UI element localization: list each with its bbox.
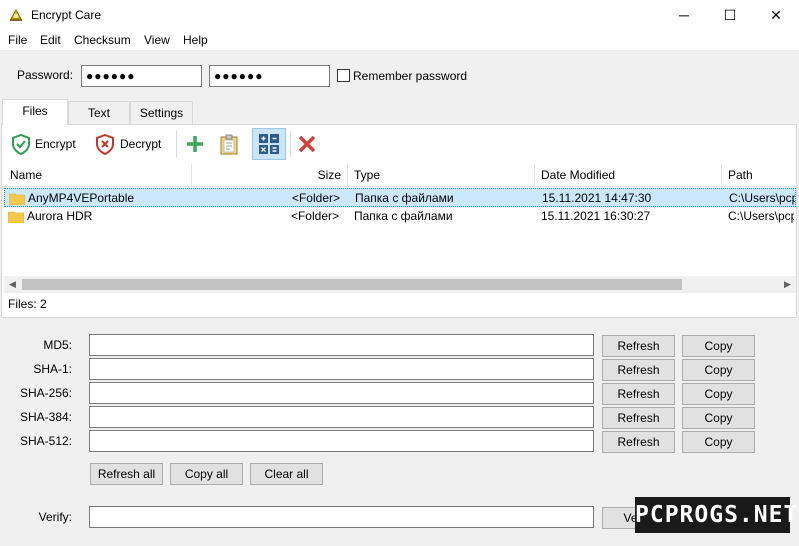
column-type[interactable]: Type bbox=[348, 164, 535, 186]
minimize-icon: ─ bbox=[679, 7, 689, 23]
row-date: 15.11.2021 14:47:30 bbox=[542, 191, 652, 205]
decrypt-button[interactable]: Decrypt bbox=[94, 129, 161, 159]
remember-password-checkbox[interactable] bbox=[337, 69, 350, 82]
clear-all-button[interactable]: Clear all bbox=[250, 463, 323, 485]
toolbar-separator bbox=[290, 131, 291, 157]
password-input[interactable]: ●●●●●● bbox=[81, 65, 202, 87]
menu-file[interactable]: File bbox=[8, 33, 27, 47]
sha256-refresh-button[interactable]: Refresh bbox=[602, 383, 675, 405]
column-name[interactable]: Name bbox=[4, 164, 192, 186]
menu-help[interactable]: Help bbox=[183, 33, 208, 47]
sha384-label: SHA-384: bbox=[19, 410, 72, 424]
menu-checksum[interactable]: Checksum bbox=[74, 33, 131, 47]
md5-copy-button[interactable]: Copy bbox=[682, 335, 755, 357]
calculator-icon bbox=[259, 134, 279, 154]
column-date-modified[interactable]: Date Modified bbox=[535, 164, 722, 186]
sha1-label: SHA-1: bbox=[33, 362, 72, 376]
remember-password-label[interactable]: Remember password bbox=[353, 69, 467, 83]
maximize-icon: ☐ bbox=[723, 7, 737, 23]
sha384-field[interactable] bbox=[89, 406, 594, 428]
copy-all-button[interactable]: Copy all bbox=[170, 463, 243, 485]
toolbar: Encrypt Decrypt bbox=[2, 125, 796, 163]
files-count: Files: 2 bbox=[8, 297, 47, 311]
encrypt-label: Encrypt bbox=[35, 137, 76, 151]
sha1-refresh-button[interactable]: Refresh bbox=[602, 359, 675, 381]
sha512-copy-button[interactable]: Copy bbox=[682, 431, 755, 453]
status-bar: Files: 2 bbox=[2, 294, 796, 316]
menu-view[interactable]: View bbox=[144, 33, 170, 47]
checksum-button[interactable] bbox=[252, 128, 286, 160]
scrollbar-thumb[interactable] bbox=[22, 279, 682, 290]
column-size[interactable]: Size bbox=[192, 164, 348, 186]
sha512-field[interactable] bbox=[89, 430, 594, 452]
row-date: 15.11.2021 16:30:27 bbox=[541, 209, 651, 223]
password-confirm-input[interactable]: ●●●●●● bbox=[209, 65, 330, 87]
close-icon: ✕ bbox=[770, 7, 782, 23]
maximize-button[interactable]: ☐ bbox=[707, 0, 753, 30]
plus-icon bbox=[187, 136, 203, 152]
sha1-copy-button[interactable]: Copy bbox=[682, 359, 755, 381]
refresh-all-button[interactable]: Refresh all bbox=[90, 463, 163, 485]
file-list-header: Name Size Type Date Modified Path bbox=[2, 164, 796, 187]
verify-label: Verify: bbox=[38, 510, 72, 524]
shield-check-icon bbox=[12, 133, 30, 155]
row-size: <Folder> bbox=[290, 209, 339, 223]
row-size: <Folder> bbox=[291, 191, 340, 205]
password-label: Password: bbox=[17, 68, 74, 82]
row-path: C:\Users\pcp bbox=[728, 209, 794, 223]
table-row[interactable]: Aurora HDR <Folder> Папка с файлами 15.1… bbox=[4, 207, 796, 226]
app-icon bbox=[10, 8, 22, 21]
row-name: AnyMP4VEPortable bbox=[28, 191, 135, 205]
add-button[interactable] bbox=[184, 129, 206, 159]
verify-field[interactable] bbox=[89, 506, 594, 528]
toolbar-separator bbox=[176, 131, 177, 157]
clipboard-icon bbox=[220, 134, 238, 155]
row-type: Папка с файлами bbox=[355, 191, 454, 205]
scroll-left-icon[interactable]: ◀ bbox=[4, 276, 21, 293]
encrypt-button[interactable]: Encrypt bbox=[10, 129, 76, 159]
row-type: Папка с файлами bbox=[354, 209, 453, 223]
watermark-logo: PCPROGS.NET bbox=[635, 497, 797, 533]
sha256-field[interactable] bbox=[89, 382, 594, 404]
sha512-refresh-button[interactable]: Refresh bbox=[602, 431, 675, 453]
tab-settings[interactable]: Settings bbox=[130, 101, 193, 124]
shield-x-icon bbox=[96, 133, 114, 155]
sha256-label: SHA-256: bbox=[19, 386, 72, 400]
tab-files[interactable]: Files bbox=[2, 99, 68, 125]
folder-icon bbox=[8, 211, 24, 223]
delete-button[interactable] bbox=[296, 129, 318, 159]
tab-text[interactable]: Text bbox=[68, 101, 130, 124]
horizontal-scrollbar[interactable]: ◀ ▶ bbox=[4, 276, 796, 293]
window-title: Encrypt Care bbox=[31, 8, 102, 22]
close-button[interactable]: ✕ bbox=[753, 0, 799, 30]
menu-bar: File Edit Checksum View Help bbox=[0, 30, 799, 50]
table-row[interactable]: AnyMP4VEPortable <Folder> Папка с файлам… bbox=[4, 188, 796, 207]
sha384-copy-button[interactable]: Copy bbox=[682, 407, 755, 429]
title-bar: Encrypt Care ─ ☐ ✕ bbox=[0, 0, 799, 30]
row-path: C:\Users\pcp bbox=[729, 191, 795, 205]
md5-field[interactable] bbox=[89, 334, 594, 356]
md5-refresh-button[interactable]: Refresh bbox=[602, 335, 675, 357]
row-name: Aurora HDR bbox=[27, 209, 93, 223]
folder-icon bbox=[9, 193, 25, 205]
md5-label: MD5: bbox=[43, 338, 72, 352]
sha256-copy-button[interactable]: Copy bbox=[682, 383, 755, 405]
sha1-field[interactable] bbox=[89, 358, 594, 380]
delete-x-icon bbox=[298, 135, 316, 153]
sha384-refresh-button[interactable]: Refresh bbox=[602, 407, 675, 429]
menu-edit[interactable]: Edit bbox=[40, 33, 61, 47]
decrypt-label: Decrypt bbox=[120, 137, 162, 151]
column-path[interactable]: Path bbox=[722, 164, 796, 186]
sha512-label: SHA-512: bbox=[19, 434, 72, 448]
paste-button[interactable] bbox=[218, 129, 240, 159]
minimize-button[interactable]: ─ bbox=[661, 0, 707, 30]
scroll-right-icon[interactable]: ▶ bbox=[779, 276, 796, 293]
